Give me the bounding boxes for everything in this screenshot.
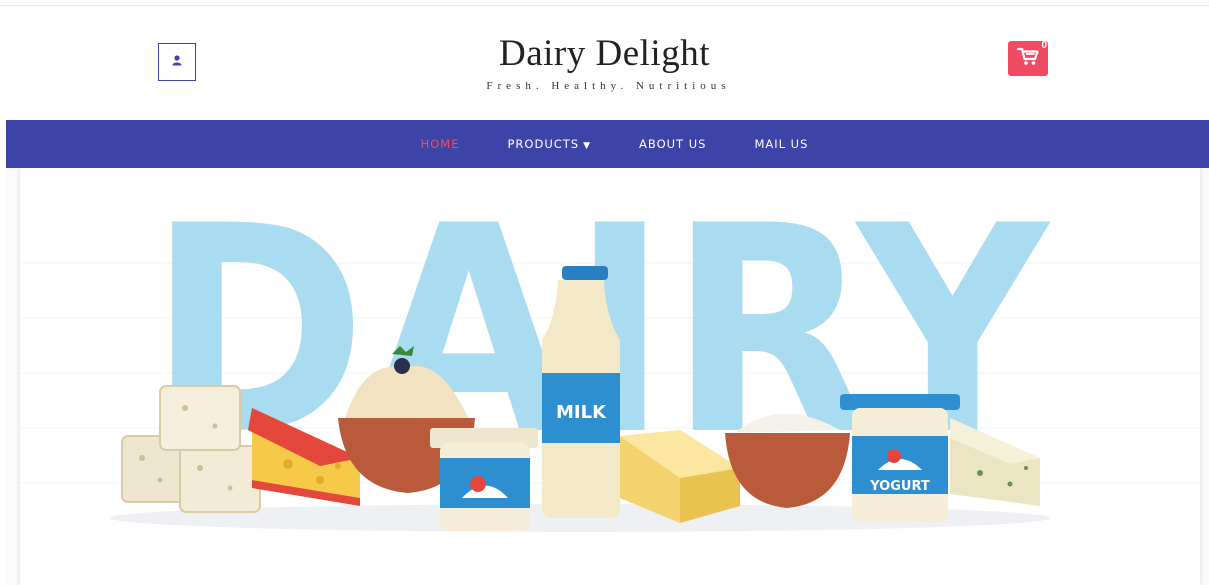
nav-item-label: MAIL US xyxy=(754,137,809,151)
site-header: Dairy Delight Fresh. Healthy. Nutritious… xyxy=(0,6,1209,119)
yogurt-cup-large: YOGURT xyxy=(840,394,960,522)
hero-banner: DAIRY xyxy=(6,168,1209,585)
site-tagline: Fresh. Healthy. Nutritious xyxy=(486,80,731,92)
nav-item-home[interactable]: HOME xyxy=(397,137,484,151)
tofu-cubes xyxy=(121,385,261,513)
caret-down-icon: ▼ xyxy=(583,141,592,151)
hero-image: DAIRY xyxy=(20,168,1200,585)
cart-count-badge: 0 xyxy=(1041,40,1047,51)
shopping-cart-icon xyxy=(1016,46,1040,71)
cart-button[interactable]: 0 xyxy=(1008,40,1048,76)
nav-item-products[interactable]: PRODUCTS ▼ xyxy=(483,137,615,151)
nav-item-mail-us[interactable]: MAIL US xyxy=(730,137,832,151)
yogurt-cup-small xyxy=(430,428,538,531)
nav-item-label: PRODUCTS xyxy=(507,137,580,151)
yogurt-label: YOGURT xyxy=(869,479,930,494)
nav-item-label: ABOUT US xyxy=(639,137,707,151)
milk-label: MILK xyxy=(556,402,607,423)
nav-item-about-us[interactable]: ABOUT US xyxy=(615,137,730,151)
nav-item-label: HOME xyxy=(420,137,460,151)
main-nav: HOME PRODUCTS ▼ ABOUT US MAIL US xyxy=(6,120,1209,168)
